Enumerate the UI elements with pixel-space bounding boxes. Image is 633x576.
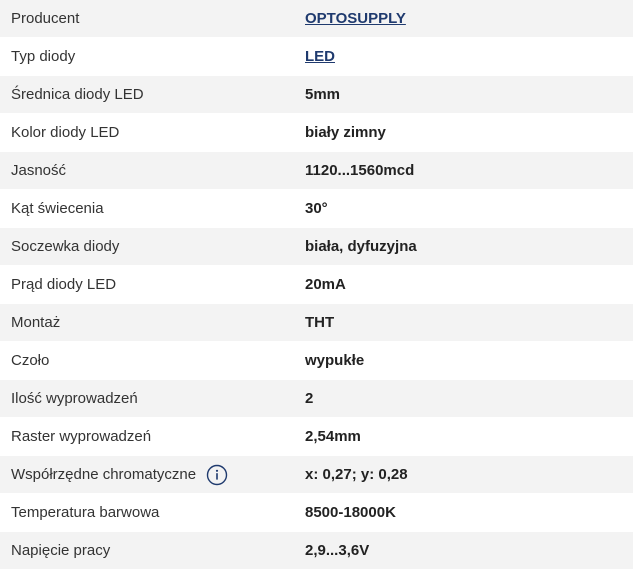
spec-row-ilosc-wyprowadzen: Ilość wyprowadzeń 2 [0, 380, 633, 418]
spec-value: wypukłe [305, 352, 365, 369]
spec-row-typ-diody: Typ diody LED [0, 38, 633, 76]
spec-row-srednica: Średnica diody LED 5mm [0, 76, 633, 114]
spec-label: Czoło [11, 352, 50, 369]
spec-value: 2 [305, 390, 314, 407]
spec-row-montaz: Montaż THT [0, 304, 633, 342]
spec-value: 20mA [305, 276, 346, 293]
spec-row-producent: Producent OPTOSUPPLY [0, 0, 633, 38]
spec-row-soczewka: Soczewka diody biała, dyfuzyjna [0, 228, 633, 266]
spec-row-kat-swiecenia: Kąt świecenia 30° [0, 190, 633, 228]
spec-label: Prąd diody LED [11, 276, 117, 293]
spec-value: x: 0,27; y: 0,28 [305, 466, 408, 483]
spec-label-text: Współrzędne chromatyczne [11, 466, 197, 483]
spec-value: 1120...1560mcd [305, 162, 415, 179]
spec-value: 8500-18000K [305, 504, 396, 521]
spec-label: Temperatura barwowa [11, 504, 160, 521]
spec-value: OPTOSUPPLY [294, 10, 633, 27]
spec-value: LED [294, 48, 633, 65]
spec-label-with-icon: Współrzędne chromatyczne [0, 464, 294, 486]
spec-row-temperatura: Temperatura barwowa 8500-18000K [0, 494, 633, 532]
spec-label: Kąt świecenia [11, 200, 104, 217]
spec-label: Soczewka diody [11, 238, 120, 255]
spec-label: Kolor diody LED [11, 124, 120, 141]
spec-row-jasnosc: Jasność 1120...1560mcd [0, 152, 633, 190]
spec-value: 2,54mm [305, 428, 361, 445]
spec-value: THT [305, 314, 335, 331]
spec-row-wspolrzedne: Współrzędne chromatyczne x: 0,27; y: 0,2… [0, 456, 633, 494]
typ-diody-link[interactable]: LED [305, 48, 335, 65]
spec-row-kolor: Kolor diody LED biały zimny [0, 114, 633, 152]
spec-label: Producent [11, 10, 80, 27]
info-icon[interactable] [206, 464, 228, 486]
spec-value: biały zimny [305, 124, 386, 141]
spec-label: Napięcie pracy [11, 542, 111, 559]
spec-label: Montaż [11, 314, 61, 331]
spec-value: biała, dyfuzyjna [305, 238, 417, 255]
spec-label: Jasność [11, 162, 67, 179]
spec-value: 30° [305, 200, 328, 217]
spec-row-raster: Raster wyprowadzeń 2,54mm [0, 418, 633, 456]
specification-table: Producent OPTOSUPPLY Typ diody LED Średn… [0, 0, 633, 570]
producent-link[interactable]: OPTOSUPPLY [305, 10, 406, 27]
spec-label: Raster wyprowadzeń [11, 428, 152, 445]
spec-value: 5mm [305, 86, 341, 103]
spec-label: Ilość wyprowadzeń [11, 390, 138, 407]
spec-value: 2,9...3,6V [305, 542, 370, 559]
spec-label: Średnica diody LED [11, 86, 144, 103]
spec-row-czolo: Czoło wypukłe [0, 342, 633, 380]
spec-label: Typ diody [11, 48, 76, 65]
spec-row-napiecie: Napięcie pracy 2,9...3,6V [0, 532, 633, 570]
spec-row-prad: Prąd diody LED 20mA [0, 266, 633, 304]
